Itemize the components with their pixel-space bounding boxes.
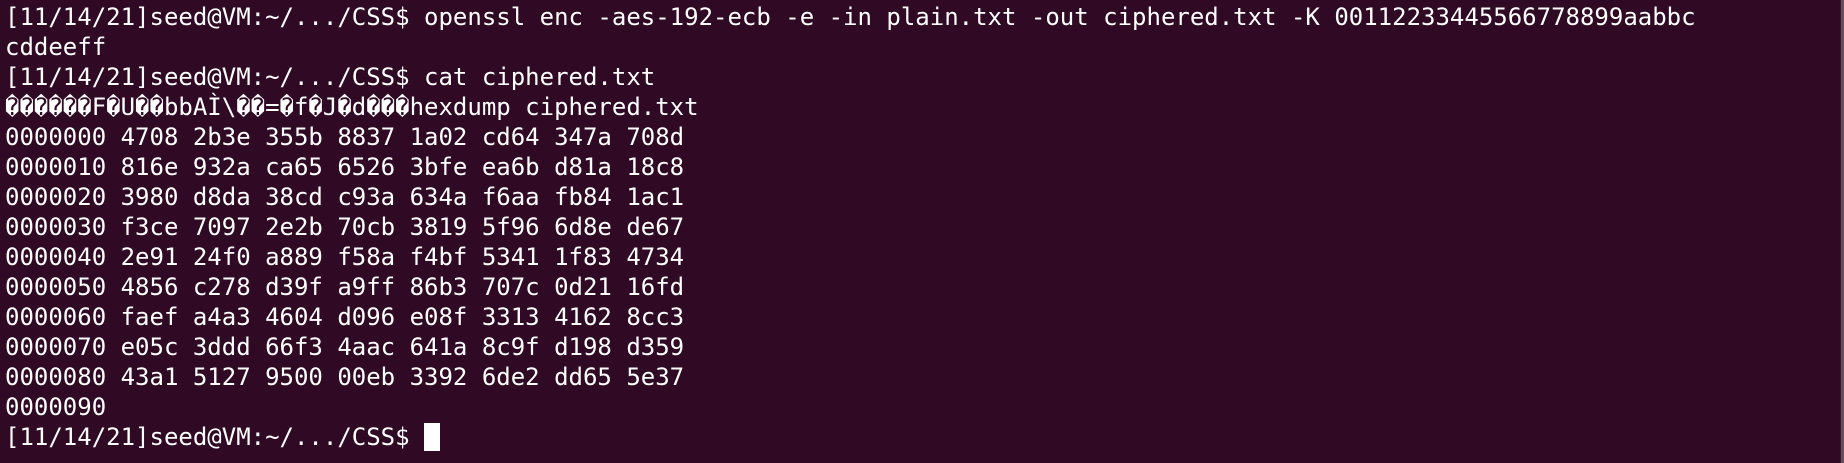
- text-cursor: [423, 423, 440, 451]
- terminal-line-binary-output: ������F�U��bbAÌ\��=�f�J�d���hexdump ciph…: [5, 93, 699, 121]
- hexdump-row: 0000000 4708 2b3e 355b 8837 1a02 cd64 34…: [5, 123, 685, 151]
- hexdump-row: 0000040 2e91 24f0 a889 f58a f4bf 5341 1f…: [5, 243, 685, 271]
- hexdump-row: 0000050 4856 c278 d39f a9ff 86b3 707c 0d…: [5, 273, 685, 301]
- hexdump-row: 0000060 faef a4a3 4604 d096 e08f 3313 41…: [5, 303, 685, 331]
- terminal-line-command-openssl: [11/14/21]seed@VM:~/.../CSS$ openssl enc…: [5, 3, 1696, 31]
- terminal-window[interactable]: [11/14/21]seed@VM:~/.../CSS$ openssl enc…: [0, 0, 1844, 463]
- terminal-line-command-cat: [11/14/21]seed@VM:~/.../CSS$ cat ciphere…: [5, 63, 656, 91]
- hexdump-end-offset: 0000090: [5, 393, 107, 421]
- hexdump-row: 0000080 43a1 5127 9500 00eb 3392 6de2 dd…: [5, 363, 685, 391]
- terminal-scrollbar-track[interactable]: [1840, 0, 1844, 463]
- hexdump-row: 0000070 e05c 3ddd 66f3 4aac 641a 8c9f d1…: [5, 333, 685, 361]
- hexdump-row: 0000010 816e 932a ca65 6526 3bfe ea6b d8…: [5, 153, 685, 181]
- hexdump-row: 0000020 3980 d8da 38cd c93a 634a f6aa fb…: [5, 183, 685, 211]
- shell-prompt: [11/14/21]seed@VM:~/.../CSS$: [5, 423, 410, 451]
- hexdump-row: 0000030 f3ce 7097 2e2b 70cb 3819 5f96 6d…: [5, 213, 685, 241]
- terminal-line-command-wrap: cddeeff: [5, 33, 107, 61]
- terminal-current-prompt-line[interactable]: [11/14/21]seed@VM:~/.../CSS$: [5, 422, 1844, 452]
